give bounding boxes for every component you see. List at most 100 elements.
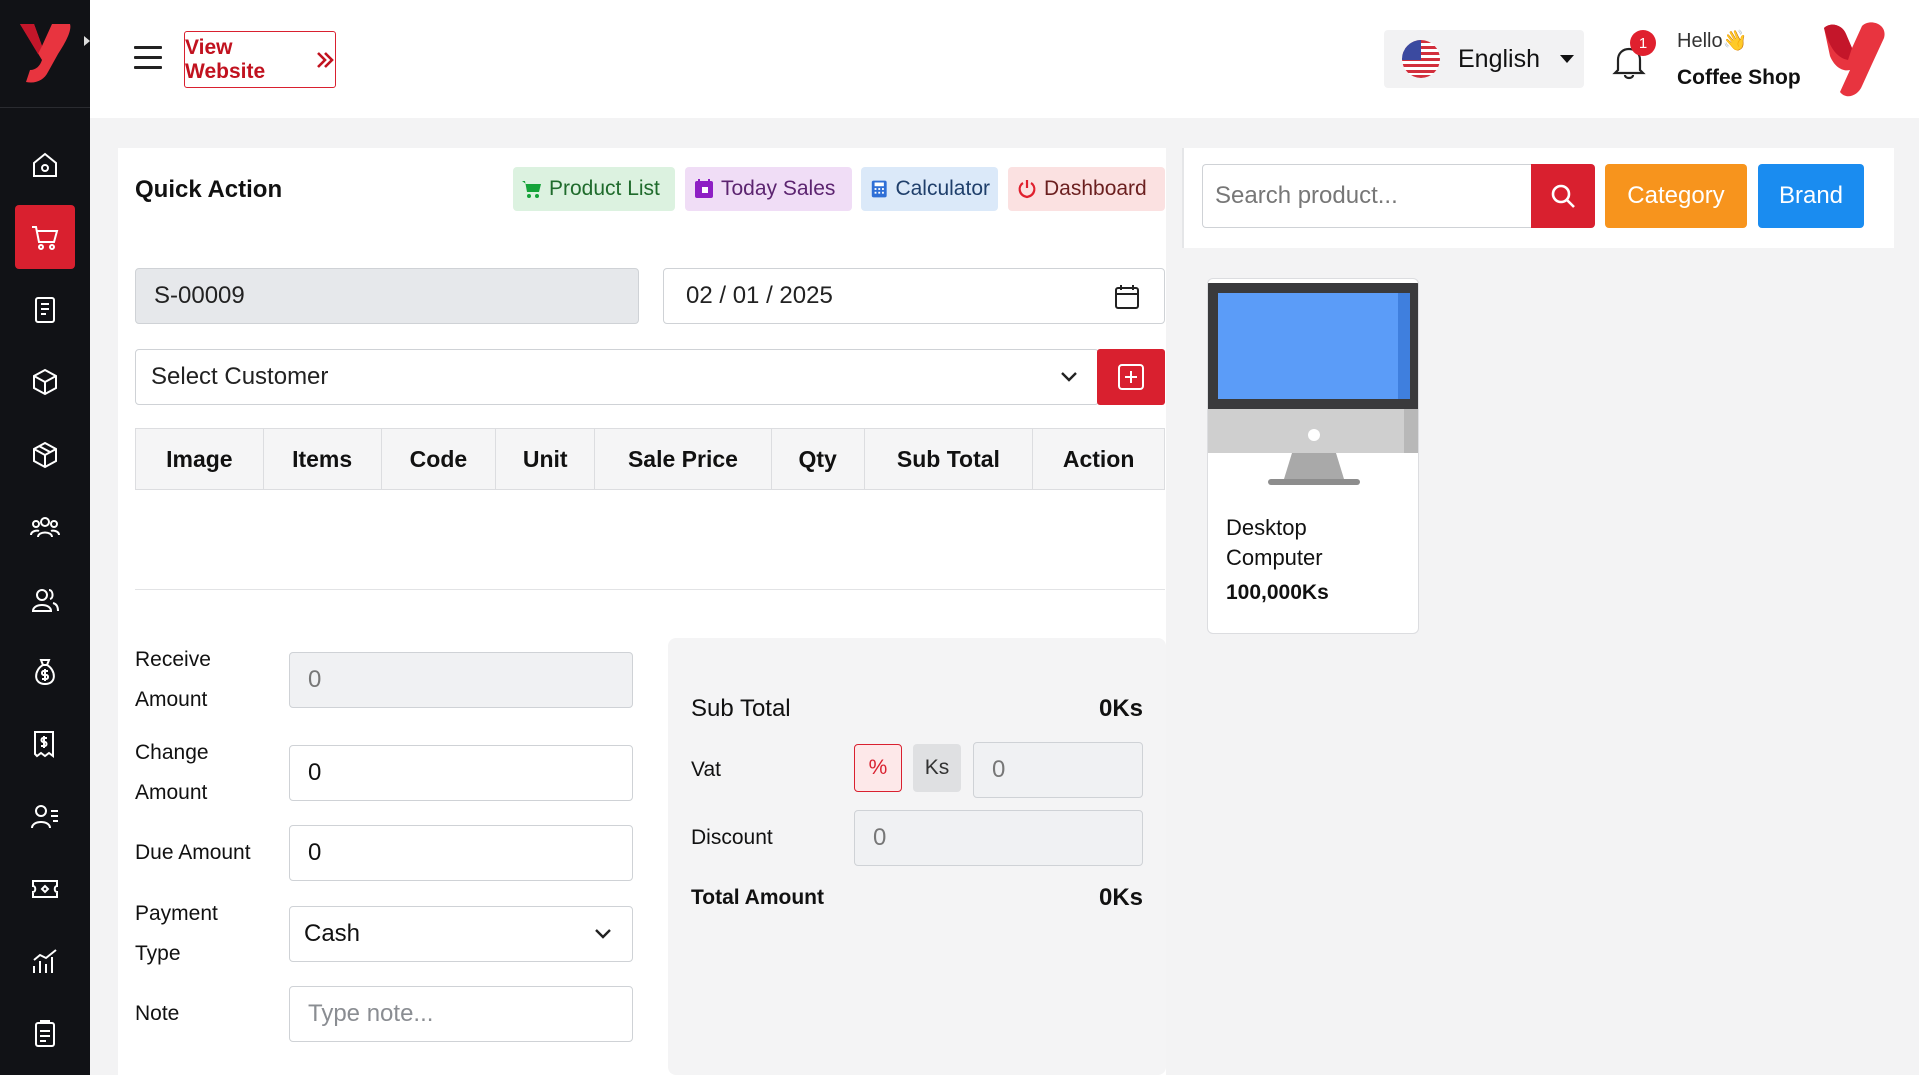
calculator-label: Calculator xyxy=(895,177,990,200)
order-summary-panel: Sub Total 0Ks Vat % Ks 0 Discount 0 Tota… xyxy=(668,638,1166,1075)
product-price: 100,000Ks xyxy=(1226,581,1329,604)
plus-square-icon xyxy=(1118,364,1144,390)
receive-amount-input[interactable]: 0 xyxy=(289,652,633,708)
pos-form-panel: Quick Action Product List Today Sales Ca… xyxy=(118,148,1166,1075)
total-amount-label: Total Amount xyxy=(691,886,824,909)
us-flag-icon xyxy=(1402,40,1440,78)
double-chevron-right-icon xyxy=(315,50,335,70)
vat-ks-toggle[interactable]: Ks xyxy=(913,744,961,792)
dashboard-label: Dashboard xyxy=(1044,177,1147,200)
shop-name: Coffee Shop xyxy=(1677,66,1801,89)
product-list-button[interactable]: Product List xyxy=(513,167,675,211)
brand-logo-icon xyxy=(20,24,71,83)
receive-amount-label-line2: Amount xyxy=(135,688,208,711)
total-amount-value: 0Ks xyxy=(1098,884,1143,911)
clipboard-icon xyxy=(35,1020,55,1047)
product-image xyxy=(1208,283,1418,485)
quick-action-title: Quick Action xyxy=(135,176,283,203)
cart-icon xyxy=(522,181,541,198)
sidebar-item-settings[interactable] xyxy=(15,1002,75,1066)
power-icon xyxy=(1018,180,1036,199)
view-website-button[interactable]: View Website xyxy=(184,31,336,88)
greeting-text: Hello👋 xyxy=(1677,30,1748,52)
note-label: Note xyxy=(135,1002,180,1025)
payment-type-value: Cash xyxy=(304,920,361,947)
user-list-icon xyxy=(31,805,58,829)
add-customer-button[interactable] xyxy=(1097,349,1165,405)
sidebar-item-staff[interactable] xyxy=(15,785,75,849)
boxes-icon xyxy=(33,368,57,396)
coupon-icon xyxy=(32,880,58,898)
category-button[interactable]: Category xyxy=(1605,164,1747,228)
sidebar-item-suppliers[interactable] xyxy=(15,568,75,632)
column-header-sub-total: Sub Total xyxy=(865,429,1034,489)
vat-input[interactable]: 0 xyxy=(973,742,1143,798)
search-icon xyxy=(1551,184,1575,208)
user-avatar-logo[interactable] xyxy=(1816,20,1888,98)
vat-percent-toggle[interactable]: % xyxy=(854,744,902,792)
change-amount-label-line1: Change xyxy=(135,741,209,764)
product-card[interactable]: Desktop Computer 100,000Ks xyxy=(1207,278,1419,634)
sidebar xyxy=(0,0,90,1075)
sidebar-item-income[interactable] xyxy=(15,640,75,704)
due-amount-input[interactable]: 0 xyxy=(289,825,633,881)
receive-amount-label-line1: Receive xyxy=(135,648,211,671)
invoice-number-field[interactable]: S-00009 xyxy=(135,268,639,324)
cart-table-header: Image Items Code Unit Sale Price Qty Sub… xyxy=(135,428,1165,490)
language-label: English xyxy=(1458,44,1540,73)
due-amount-label: Due Amount xyxy=(135,841,251,864)
column-header-image: Image xyxy=(136,429,264,489)
brand-button[interactable]: Brand xyxy=(1758,164,1864,228)
sidebar-item-sales[interactable] xyxy=(15,278,75,342)
note-input[interactable]: Type note... xyxy=(289,986,633,1042)
column-header-qty: Qty xyxy=(772,429,865,489)
today-sales-label: Today Sales xyxy=(721,177,836,200)
product-name: Desktop Computer xyxy=(1226,515,1323,570)
customer-select-label: Select Customer xyxy=(151,363,329,390)
today-sales-button[interactable]: Today Sales xyxy=(685,167,852,211)
sale-date-value: 02 / 01 / 2025 xyxy=(686,282,833,309)
calculator-icon xyxy=(871,180,887,198)
sidebar-item-customers[interactable] xyxy=(15,495,75,559)
sidebar-item-reports[interactable] xyxy=(15,930,75,994)
sale-date-field[interactable]: 02 / 01 / 2025 xyxy=(663,268,1165,324)
product-search-input[interactable]: Search product... xyxy=(1202,164,1532,228)
change-amount-input[interactable]: 0 xyxy=(289,745,633,801)
caret-down-icon xyxy=(1560,55,1574,63)
sidebar-item-stock[interactable] xyxy=(15,423,75,487)
payment-type-label-line2: Type xyxy=(135,942,181,965)
sidebar-item-pos[interactable] xyxy=(15,205,75,269)
box-icon xyxy=(33,441,57,469)
dashboard-button[interactable]: Dashboard xyxy=(1008,167,1165,211)
vat-label: Vat xyxy=(691,758,721,781)
calendar-icon xyxy=(1115,285,1139,309)
receive-amount-label: Receive Amount xyxy=(135,640,211,720)
home-icon xyxy=(33,152,57,177)
product-list-label: Product List xyxy=(549,177,660,200)
calculator-button[interactable]: Calculator xyxy=(861,167,998,211)
sidebar-item-expense[interactable] xyxy=(15,712,75,776)
sub-total-value: 0Ks xyxy=(1098,695,1143,722)
payment-type-label: Payment Type xyxy=(135,894,218,974)
payment-type-select[interactable]: Cash xyxy=(289,906,633,962)
cart-icon xyxy=(32,226,59,250)
money-bag-icon xyxy=(35,659,55,686)
product-filter-bar: Search product... Category Brand xyxy=(1184,148,1894,248)
discount-input[interactable]: 0 xyxy=(854,810,1143,866)
column-header-code: Code xyxy=(382,429,497,489)
menu-toggle-icon[interactable] xyxy=(134,46,162,76)
payment-type-label-line1: Payment xyxy=(135,902,218,925)
customer-select[interactable]: Select Customer xyxy=(135,349,1099,405)
brand-logo-icon xyxy=(1824,22,1885,97)
chevron-down-icon xyxy=(595,929,611,939)
language-select[interactable]: English xyxy=(1384,30,1584,88)
view-website-label: View Website xyxy=(185,35,266,83)
invoice-icon xyxy=(34,731,54,758)
notification-badge: 1 xyxy=(1630,30,1656,56)
sidebar-item-coupons[interactable] xyxy=(15,857,75,921)
search-button[interactable] xyxy=(1531,164,1595,228)
sidebar-logo[interactable] xyxy=(0,0,90,108)
calendar-today-icon xyxy=(695,179,713,198)
sidebar-item-home[interactable] xyxy=(15,133,75,197)
sidebar-item-products[interactable] xyxy=(15,350,75,414)
